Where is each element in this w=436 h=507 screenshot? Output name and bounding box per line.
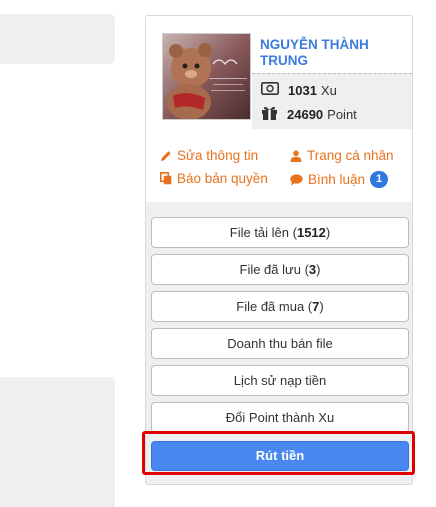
profile-links: Sửa thông tin Trang cá nhân Báo bản quyề…: [146, 129, 412, 202]
user-name[interactable]: NGUYỄN THÀNH TRUNG: [260, 37, 410, 69]
file-revenue-button[interactable]: Doanh thu bán file: [151, 328, 409, 359]
withdraw-button[interactable]: Rút tiền: [151, 441, 409, 471]
profile-section: NGUYỄN THÀNH TRUNG 1031 Xu 24690 Point: [146, 16, 412, 129]
comments-count-badge: 1: [370, 171, 389, 188]
bought-files-label: File đã mua (: [236, 299, 313, 314]
edit-profile-link[interactable]: Sửa thông tin: [160, 148, 258, 163]
xu-value: 1031: [288, 82, 317, 98]
saved-files-label: File đã lưu (: [239, 262, 309, 277]
bought-files-button[interactable]: File đã mua (7): [151, 291, 409, 322]
comments-link[interactable]: Bình luận 1: [290, 171, 389, 188]
uploaded-files-label: File tải lên (: [229, 225, 297, 240]
comments-label: Bình luận: [308, 172, 366, 187]
xu-unit: Xu: [320, 82, 337, 98]
avatar[interactable]: [162, 33, 251, 120]
money-icon: [261, 82, 279, 98]
copyright-report-link[interactable]: Báo bản quyền: [160, 171, 268, 186]
left-content-card-top: [0, 14, 115, 64]
copyright-report-label: Báo bản quyền: [177, 171, 268, 186]
uploaded-files-count: 1512: [296, 225, 326, 240]
pencil-icon: [160, 150, 172, 162]
point-stat: 24690 Point: [261, 105, 357, 123]
copy-icon: [160, 172, 172, 185]
close-paren: ): [319, 299, 324, 314]
point-unit: Point: [327, 106, 357, 122]
topup-history-button[interactable]: Lịch sử nạp tiền: [151, 365, 409, 396]
user-sidebar-panel: NGUYỄN THÀNH TRUNG 1031 Xu 24690 Point S…: [145, 15, 413, 485]
close-paren: ): [325, 225, 331, 240]
personal-page-label: Trang cá nhân: [307, 148, 394, 163]
close-paren: ): [316, 262, 321, 277]
user-stats: 1031 Xu 24690 Point: [252, 73, 412, 129]
left-content-card-bottom: [0, 377, 115, 507]
saved-files-button[interactable]: File đã lưu (3): [151, 254, 409, 285]
edit-profile-label: Sửa thông tin: [177, 148, 259, 163]
point-value: 24690: [287, 106, 324, 122]
comment-icon: [290, 173, 303, 186]
personal-page-link[interactable]: Trang cá nhân: [290, 148, 394, 163]
xu-stat: 1031 Xu: [261, 82, 337, 98]
uploaded-files-button[interactable]: File tải lên (1512): [151, 217, 409, 248]
gift-icon: [261, 105, 278, 123]
user-icon: [290, 150, 302, 162]
convert-point-button[interactable]: Đổi Point thành Xu: [151, 402, 409, 433]
